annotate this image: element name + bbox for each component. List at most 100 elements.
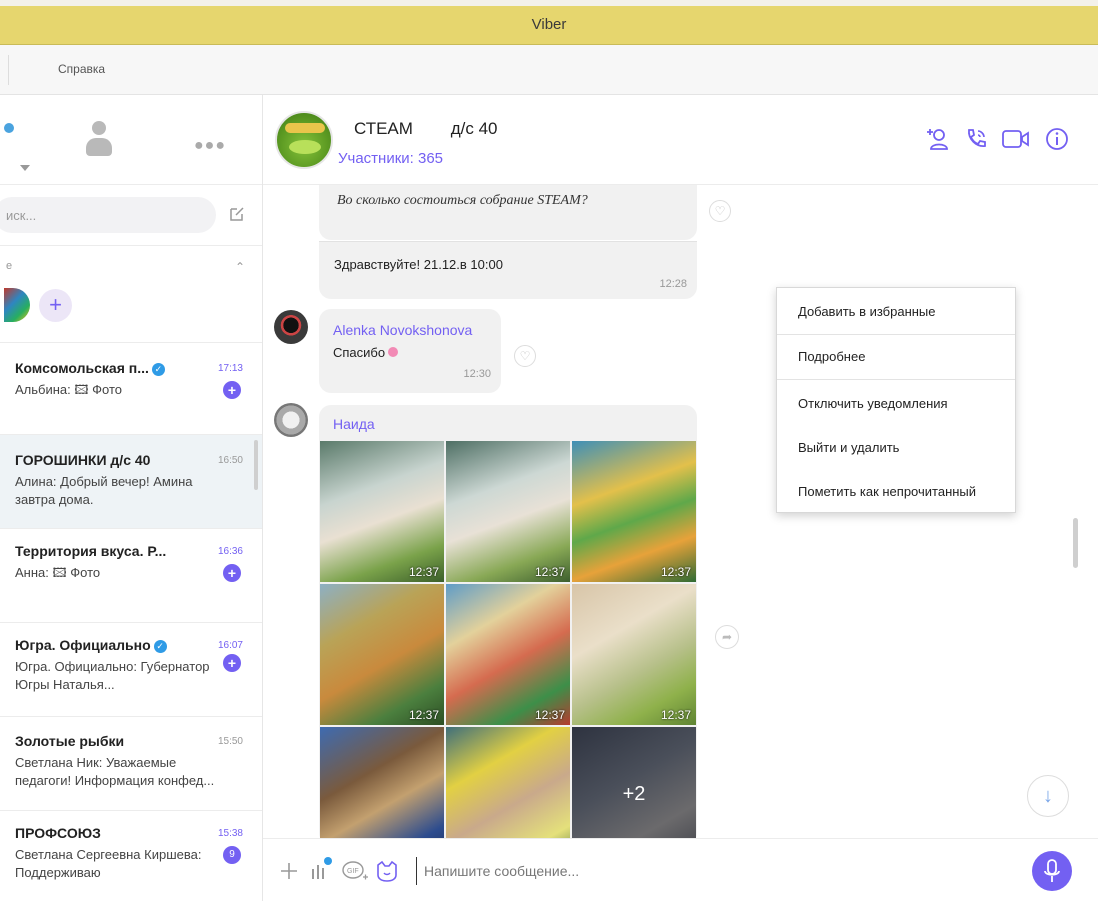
chat-preview: Югра. Официально: Губернатор Югры Наталь…	[15, 659, 210, 692]
chat-list-item[interactable]: ПРОФСОЮЗ Светлана Сергеевна Киршева: Под…	[0, 811, 262, 901]
microphone-button[interactable]	[1032, 851, 1072, 891]
photo[interactable]: 12:37	[320, 441, 444, 582]
more-icon[interactable]: ●●●	[194, 137, 226, 155]
chats-tab-icon[interactable]	[4, 123, 14, 133]
chat-list: Комсомольская п... ✓ Альбина: 🖾 Фото 17:1…	[0, 343, 262, 901]
favorites-section: е ⌃ +	[0, 245, 262, 343]
photo-time: 12:37	[534, 708, 565, 722]
chat-time: 15:38	[217, 828, 243, 839]
chat-list-item[interactable]: Югра. Официально ✓ Югра. Официально: Губе…	[0, 623, 262, 717]
avatar[interactable]	[274, 403, 308, 437]
sticker-icon[interactable]	[375, 859, 399, 883]
photo[interactable]: 12:37	[446, 441, 570, 582]
quoted-message-text: Во сколько состоиться собрание STEAM?	[337, 193, 588, 208]
chat-name: Золотые рыбки	[15, 733, 125, 749]
search-row	[0, 195, 262, 235]
chat-preview: Алина: Добрый вечер! Амина завтра дома.	[15, 474, 193, 507]
verified-icon: ✓	[151, 363, 165, 376]
chat-list-item[interactable]: Золотые рыбки Светлана Ник: Уважаемые пе…	[0, 717, 262, 811]
chat-name: Комсомольская п...	[15, 360, 149, 376]
photo[interactable]: 12:37	[572, 441, 696, 582]
photo-time: 12:37	[660, 708, 691, 722]
badge-plus-icon: +	[223, 564, 241, 582]
menu-help[interactable]: Справка	[58, 62, 105, 76]
menu-item-mute-notifications[interactable]: Отключить уведомления	[777, 382, 1015, 426]
voice-message-icon[interactable]	[309, 855, 333, 883]
message-input[interactable]	[416, 857, 1006, 885]
unread-count-badge: 9	[223, 846, 241, 864]
chat-list-item[interactable]: Комсомольская п... ✓ Альбина: 🖾 Фото 17:1…	[0, 343, 262, 435]
share-icon[interactable]: ➦	[715, 625, 739, 649]
reply-text: Здравствуйте! 21.12.в 10:00	[334, 257, 503, 272]
chat-name: ГОРОШИНКИ д/с 40	[15, 452, 151, 468]
avatar[interactable]	[274, 310, 308, 344]
compose-icon[interactable]	[228, 205, 246, 223]
message-text: Спасибо	[333, 345, 386, 360]
sidebar-tabs: ●●●	[0, 95, 262, 185]
photo-time: 12:37	[660, 565, 691, 579]
chevron-down-icon[interactable]	[20, 165, 30, 171]
menu-item-add-to-favorites[interactable]: Добавить в избранные	[777, 290, 1015, 334]
add-participant-icon[interactable]	[925, 127, 949, 151]
info-icon[interactable]	[1045, 127, 1069, 151]
group-avatar[interactable]	[275, 111, 333, 169]
photo[interactable]: 12:37	[320, 584, 444, 725]
video-call-icon[interactable]	[1001, 127, 1031, 151]
chat-scrollbar[interactable]	[1073, 518, 1078, 568]
sender-name[interactable]: Наида	[333, 416, 375, 432]
photo[interactable]: 12:37	[572, 584, 696, 725]
photo-time: 12:37	[534, 565, 565, 579]
participants-count[interactable]: Участники: 365	[338, 150, 443, 167]
chat-list-item[interactable]: ГОРОШИНКИ д/с 40 Алина: Добрый вечер! Ам…	[0, 435, 262, 529]
plus-icon[interactable]	[279, 861, 299, 881]
add-favorite-button[interactable]: +	[39, 289, 72, 322]
message-time: 12:30	[463, 368, 491, 380]
menubar-divider	[8, 55, 9, 85]
message-time: 12:28	[659, 278, 687, 290]
svg-text:GIF: GIF	[347, 868, 359, 875]
menubar: Справка	[0, 45, 1098, 95]
favorites-title: е	[6, 260, 13, 272]
menu-item-details[interactable]: Подробнее	[777, 335, 1015, 379]
chat-name: Территория вкуса. Р...	[15, 543, 167, 559]
message-bubble: Alenka Novokshonova Спасибо 12:30	[319, 309, 501, 393]
chat-time: 17:13	[217, 363, 243, 374]
sender-name[interactable]: Alenka Novokshonova	[333, 322, 472, 338]
chat-time: 16:07	[217, 640, 243, 651]
chat-preview: Светлана Сергеевна Киршева: Поддерживаю	[15, 847, 202, 880]
badge-plus-icon: +	[223, 654, 241, 672]
chat-preview: Анна: 🖾 Фото	[15, 565, 101, 580]
flower-emoji-icon	[388, 347, 399, 357]
photo-time: 12:37	[408, 708, 439, 722]
search-input[interactable]	[0, 197, 216, 233]
chat-time: 16:36	[217, 546, 243, 557]
contacts-icon[interactable]	[86, 121, 112, 157]
chat-time: 15:50	[217, 736, 243, 747]
context-menu: Добавить в избранные Подробнее Отключить…	[776, 287, 1016, 513]
menu-item-mark-unread[interactable]: Пометить как непрочитанный	[777, 470, 1015, 514]
scroll-down-button[interactable]: ↓	[1027, 775, 1069, 817]
chat-title[interactable]: СТЕАМ д/с 40	[354, 119, 498, 139]
menu-divider	[777, 379, 1015, 380]
call-icon[interactable]	[964, 127, 988, 151]
chat-time: 16:50	[217, 455, 243, 466]
chevron-up-icon[interactable]: ⌃	[235, 260, 245, 274]
window-title: Viber	[531, 16, 567, 33]
microphone-icon	[1044, 859, 1060, 882]
menu-item-leave-and-delete[interactable]: Выйти и удалить	[777, 426, 1015, 470]
gif-icon[interactable]: GIF	[341, 859, 369, 883]
sidebar-scrollbar[interactable]	[254, 440, 258, 490]
like-icon[interactable]: ♡	[514, 345, 536, 367]
chat-list-item[interactable]: Территория вкуса. Р... Анна: 🖾 Фото 16:3…	[0, 529, 262, 623]
quoted-message: Во сколько состоиться собрание STEAM?	[319, 185, 697, 240]
favorite-avatar[interactable]	[4, 288, 30, 322]
composer: GIF	[263, 838, 1098, 901]
photo[interactable]: 12:37	[446, 584, 570, 725]
message-bubble: Наида 12:37 12:37 12:37 12:37 12:37 12:3…	[319, 405, 697, 868]
verified-icon: ✓	[153, 640, 167, 653]
badge-plus-icon: +	[223, 381, 241, 399]
photo-time: 12:37	[408, 565, 439, 579]
like-icon[interactable]: ♡	[709, 200, 731, 222]
chat-name: Югра. Официально	[15, 637, 151, 653]
more-photos-count: +2	[622, 783, 646, 805]
